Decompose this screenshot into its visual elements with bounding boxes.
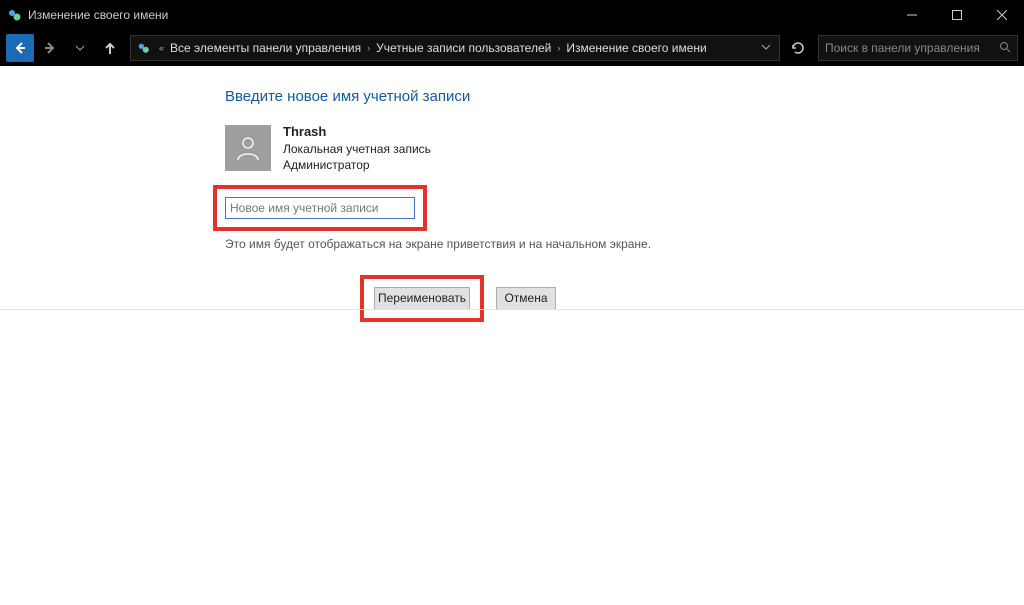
user-info: Thrash Локальная учетная запись Админист… bbox=[283, 123, 431, 173]
breadcrumb-item[interactable]: Учетные записи пользователей bbox=[376, 41, 551, 55]
window-title: Изменение своего имени bbox=[28, 8, 889, 22]
new-name-input[interactable] bbox=[225, 197, 415, 219]
chevron-left-icon[interactable]: « bbox=[155, 43, 168, 53]
cancel-button[interactable]: Отмена bbox=[496, 287, 556, 310]
forward-button[interactable] bbox=[36, 34, 64, 62]
minimize-button[interactable] bbox=[889, 0, 934, 30]
search-box[interactable]: Поиск в панели управления bbox=[818, 35, 1018, 61]
close-button[interactable] bbox=[979, 0, 1024, 30]
user-name: Thrash bbox=[283, 123, 431, 141]
control-panel-icon bbox=[135, 39, 153, 57]
control-panel-icon bbox=[6, 6, 24, 24]
chevron-right-icon: › bbox=[363, 43, 374, 53]
maximize-button[interactable] bbox=[934, 0, 979, 30]
recent-dropdown-button[interactable] bbox=[66, 34, 94, 62]
content-area: Введите новое имя учетной записи Thrash … bbox=[0, 66, 1024, 605]
user-summary: Thrash Локальная учетная запись Админист… bbox=[225, 123, 1024, 173]
search-icon bbox=[999, 41, 1011, 56]
avatar bbox=[225, 125, 271, 171]
account-type: Локальная учетная запись bbox=[283, 141, 431, 157]
page-heading: Введите новое имя учетной записи bbox=[225, 88, 1024, 105]
buttons-row: Переименовать Отмена bbox=[360, 275, 1024, 322]
rename-button[interactable]: Переименовать bbox=[374, 287, 470, 310]
up-button[interactable] bbox=[96, 34, 124, 62]
navigation-bar: « Все элементы панели управления › Учетн… bbox=[0, 30, 1024, 66]
search-placeholder: Поиск в панели управления bbox=[825, 41, 980, 55]
address-bar[interactable]: « Все элементы панели управления › Учетн… bbox=[130, 35, 780, 61]
back-button[interactable] bbox=[6, 34, 34, 62]
divider bbox=[0, 309, 1024, 310]
helper-text: Это имя будет отображаться на экране при… bbox=[225, 237, 1024, 251]
chevron-right-icon: › bbox=[553, 43, 564, 53]
annotation-highlight bbox=[213, 185, 427, 231]
annotation-highlight: Переименовать bbox=[360, 275, 484, 322]
refresh-button[interactable] bbox=[784, 35, 812, 61]
user-role: Администратор bbox=[283, 157, 431, 173]
breadcrumb-item[interactable]: Все элементы панели управления bbox=[170, 41, 361, 55]
chevron-down-icon[interactable] bbox=[757, 42, 775, 54]
breadcrumb-item[interactable]: Изменение своего имени bbox=[566, 41, 706, 55]
title-bar: Изменение своего имени bbox=[0, 0, 1024, 30]
